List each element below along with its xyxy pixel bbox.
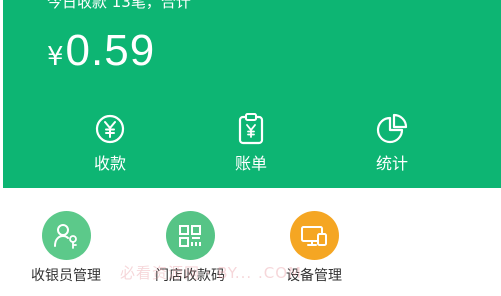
today-summary-text: 今日收款 13笔，合计 — [47, 0, 191, 11]
amount-value: 0.59 — [65, 26, 156, 75]
yen-circle-icon — [93, 112, 127, 146]
statistics-button[interactable]: 统计 — [352, 112, 432, 174]
monitor-device-icon — [289, 211, 339, 260]
statistics-label: 统计 — [375, 154, 408, 173]
cashier-management-label: 收银员管理 — [31, 268, 101, 284]
collect-payment-label: 收款 — [93, 154, 126, 173]
watermark-text: 必看资源网 · BY... .COM — [120, 264, 302, 282]
collect-payment-button[interactable]: 收款 — [70, 112, 150, 174]
qr-code-icon — [165, 211, 215, 260]
bill-clipboard-icon — [234, 112, 268, 146]
currency-symbol: ¥ — [47, 42, 64, 72]
income-summary-header: 今日收款 13笔，合计 ¥ 0.59 收款 账单 统计 — [3, 0, 501, 188]
today-amount: ¥ 0.59 — [47, 26, 155, 76]
bill-label: 账单 — [234, 154, 267, 173]
pie-chart-icon — [375, 112, 409, 146]
cashier-management-tile[interactable]: 收银员管理 — [14, 211, 118, 285]
bill-button[interactable]: 账单 — [211, 112, 291, 174]
cashier-person-icon — [41, 211, 91, 260]
